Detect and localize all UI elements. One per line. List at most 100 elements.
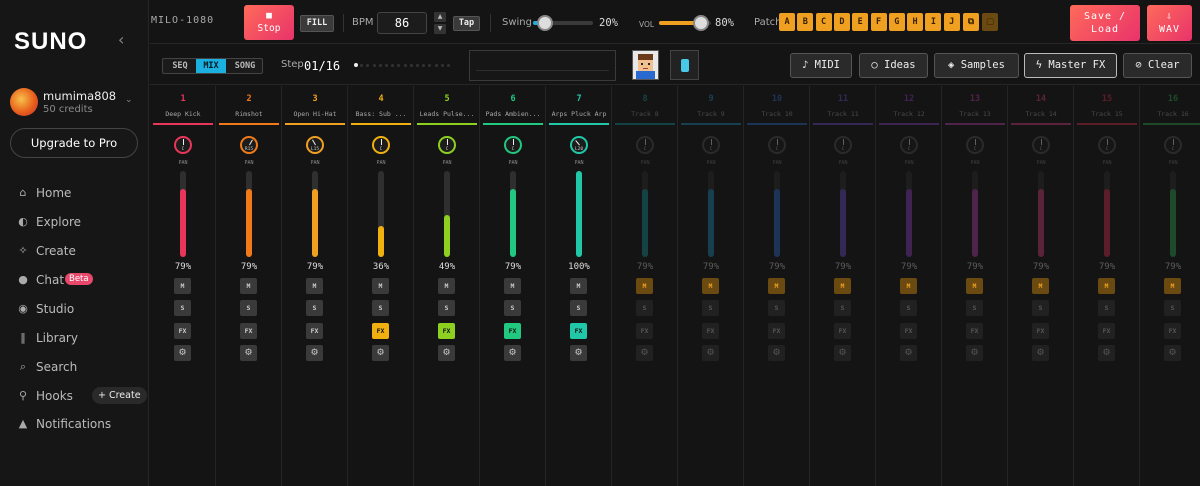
solo-button[interactable]: S — [372, 300, 389, 316]
solo-button[interactable]: S — [1098, 300, 1115, 316]
solo-button[interactable]: S — [834, 300, 851, 316]
track-name[interactable]: Arps Pluck Arp — [548, 110, 610, 118]
sidebar-item-create[interactable]: ✧ Create — [0, 241, 149, 263]
gear-icon[interactable]: ⚙ — [240, 345, 257, 361]
track-name[interactable]: Track 15 — [1076, 110, 1138, 118]
mobile-view-icon[interactable] — [670, 50, 699, 80]
volume-fader[interactable] — [246, 171, 252, 257]
patch-button-h[interactable]: H — [907, 13, 924, 31]
patch-button-b[interactable]: B — [797, 13, 814, 31]
master-fx-button[interactable]: ϟ Master FX — [1024, 53, 1117, 78]
volume-fader[interactable] — [708, 171, 714, 257]
track-name[interactable]: Track 10 — [746, 110, 808, 118]
copy-icon[interactable]: ⧉ — [963, 13, 979, 31]
mute-button[interactable]: M — [1098, 278, 1115, 294]
gear-icon[interactable]: ⚙ — [438, 345, 455, 361]
pan-knob[interactable]: C — [636, 136, 654, 154]
patch-button-j[interactable]: J — [943, 13, 960, 31]
track-name[interactable]: Leads Pulse... — [416, 110, 478, 118]
solo-button[interactable]: S — [1164, 300, 1181, 316]
fx-button[interactable]: FX — [372, 323, 389, 339]
pan-knob[interactable]: C — [768, 136, 786, 154]
pan-knob[interactable]: C — [372, 136, 390, 154]
fx-button[interactable]: FX — [570, 323, 587, 339]
volume-fader[interactable] — [576, 171, 582, 257]
pan-knob[interactable]: C — [438, 136, 456, 154]
track-name[interactable]: Bass: Sub ... — [350, 110, 412, 118]
fx-button[interactable]: FX — [1164, 323, 1181, 339]
gear-icon[interactable]: ⚙ — [570, 345, 587, 361]
mute-button[interactable]: M — [966, 278, 983, 294]
volume-fader[interactable] — [180, 171, 186, 257]
gear-icon[interactable]: ⚙ — [174, 345, 191, 361]
mute-button[interactable]: M — [768, 278, 785, 294]
mode-tab-seq[interactable]: SEQ — [165, 59, 195, 73]
track-name[interactable]: Pads Ambien... — [482, 110, 544, 118]
patch-button-f[interactable]: F — [870, 13, 887, 31]
mute-button[interactable]: M — [1032, 278, 1049, 294]
fx-button[interactable]: FX — [834, 323, 851, 339]
clear-button[interactable]: ⊘ Clear — [1123, 53, 1192, 78]
pan-knob[interactable]: R15 — [240, 136, 258, 154]
sidebar-item-chat[interactable]: ● Chat Beta — [0, 270, 149, 292]
volume-fader[interactable] — [774, 171, 780, 257]
bpm-up-icon[interactable]: ▲ — [434, 12, 446, 22]
solo-button[interactable]: S — [438, 300, 455, 316]
track-name[interactable]: Track 16 — [1142, 110, 1200, 118]
fx-button[interactable]: FX — [174, 323, 191, 339]
gear-icon[interactable]: ⚙ — [504, 345, 521, 361]
patch-button-e[interactable]: E — [852, 13, 869, 31]
track-name[interactable]: Rimshot — [218, 110, 280, 118]
mute-button[interactable]: M — [438, 278, 455, 294]
mute-button[interactable]: M — [570, 278, 587, 294]
solo-button[interactable]: S — [900, 300, 917, 316]
volume-fader[interactable] — [972, 171, 978, 257]
fx-button[interactable]: FX — [768, 323, 785, 339]
fx-button[interactable]: FX — [306, 323, 323, 339]
solo-button[interactable]: S — [1032, 300, 1049, 316]
solo-button[interactable]: S — [174, 300, 191, 316]
solo-button[interactable]: S — [636, 300, 653, 316]
solo-button[interactable]: S — [240, 300, 257, 316]
volume-fader[interactable] — [1038, 171, 1044, 257]
save-load-button[interactable]: Save / Load — [1070, 5, 1140, 41]
volume-fader[interactable] — [906, 171, 912, 257]
gear-icon[interactable]: ⚙ — [768, 345, 785, 361]
solo-button[interactable]: S — [504, 300, 521, 316]
track-name[interactable]: Track 9 — [680, 110, 742, 118]
pan-knob[interactable]: C — [174, 136, 192, 154]
sidebar-item-explore[interactable]: ◐ Explore — [0, 212, 149, 234]
fx-button[interactable]: FX — [438, 323, 455, 339]
mute-button[interactable]: M — [702, 278, 719, 294]
volume-fader[interactable] — [840, 171, 846, 257]
patch-button-g[interactable]: G — [888, 13, 905, 31]
track-name[interactable]: Track 13 — [944, 110, 1006, 118]
pan-knob[interactable]: C — [702, 136, 720, 154]
hooks-create-button[interactable]: + Create — [92, 387, 147, 404]
bpm-down-icon[interactable]: ▼ — [434, 24, 446, 34]
gear-icon[interactable]: ⚙ — [966, 345, 983, 361]
avatar[interactable] — [10, 88, 38, 116]
fx-button[interactable]: FX — [702, 323, 719, 339]
mode-tab-mix[interactable]: MIX — [196, 59, 226, 73]
pan-knob[interactable]: C — [1164, 136, 1182, 154]
pan-knob[interactable]: C — [504, 136, 522, 154]
patch-button-i[interactable]: I — [925, 13, 942, 31]
track-name[interactable]: Deep Kick — [152, 110, 214, 118]
volume-fader[interactable] — [1170, 171, 1176, 257]
mute-button[interactable]: M — [834, 278, 851, 294]
pan-knob[interactable]: C — [1032, 136, 1050, 154]
fill-button[interactable]: FILL — [300, 15, 334, 32]
mute-button[interactable]: M — [174, 278, 191, 294]
suno-logo[interactable]: SUNO — [14, 28, 87, 56]
export-wav-button[interactable]: ⇩ WAV — [1147, 5, 1192, 41]
mute-button[interactable]: M — [900, 278, 917, 294]
track-name[interactable]: Track 8 — [614, 110, 676, 118]
pan-knob[interactable]: L15 — [306, 136, 324, 154]
gear-icon[interactable]: ⚙ — [1164, 345, 1181, 361]
fx-button[interactable]: FX — [966, 323, 983, 339]
volume-fader[interactable] — [444, 171, 450, 257]
volume-fader[interactable] — [642, 171, 648, 257]
track-name[interactable]: Track 14 — [1010, 110, 1072, 118]
username[interactable]: mumima808 — [43, 89, 116, 103]
